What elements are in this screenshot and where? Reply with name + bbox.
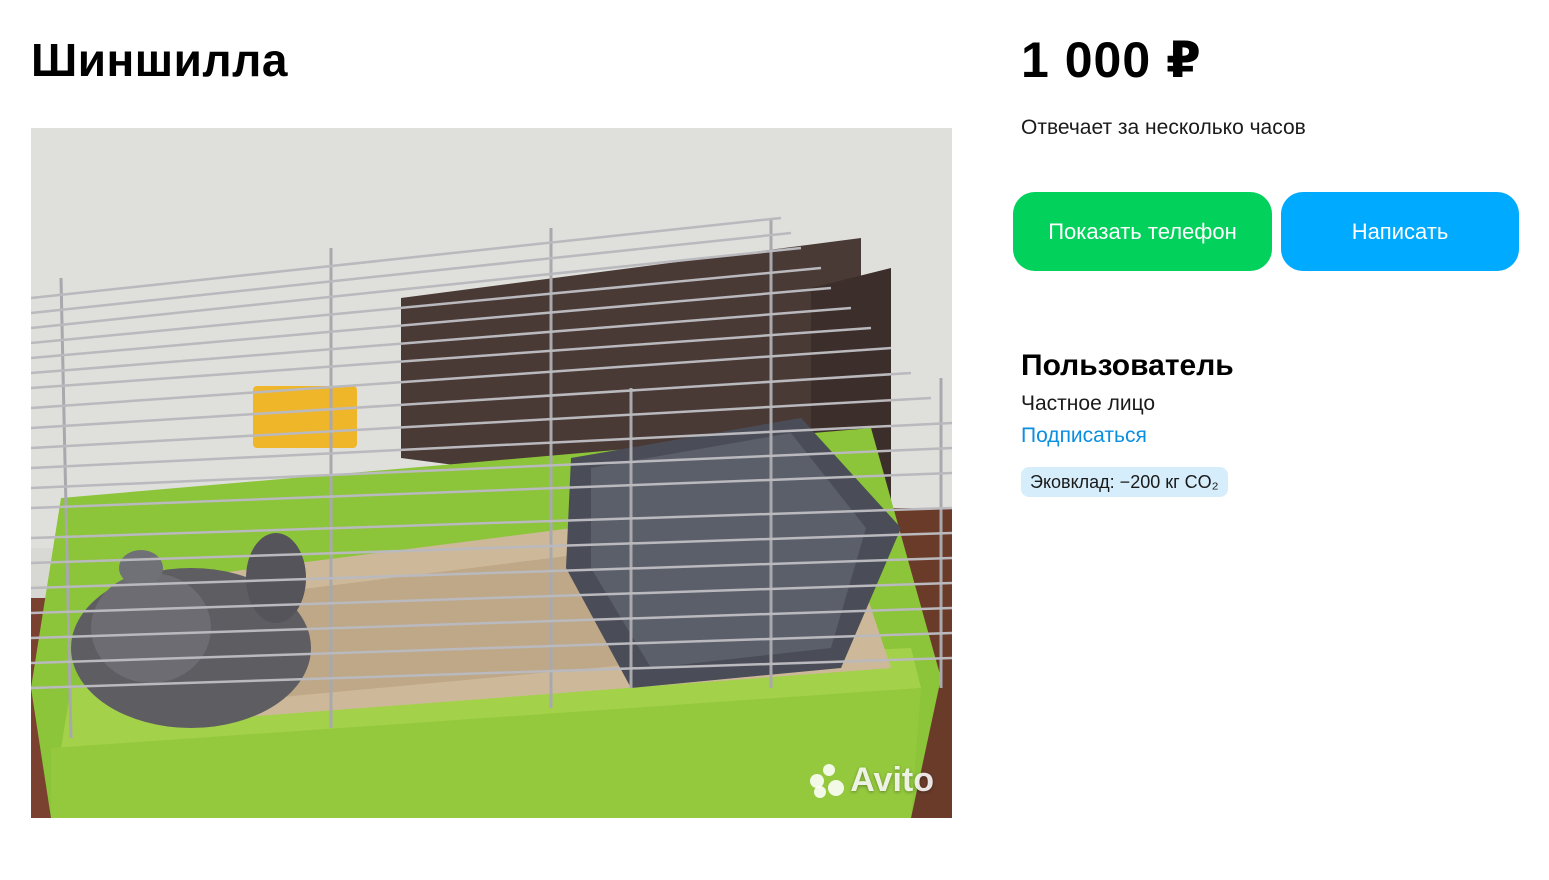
response-time: Отвечает за несколько часов bbox=[1021, 116, 1306, 139]
photo-illustration bbox=[31, 128, 952, 818]
listing-price: 1 000 ₽ bbox=[1021, 32, 1202, 88]
listing-title: Шиншилла bbox=[31, 34, 288, 86]
seller-type: Частное лицо bbox=[1021, 392, 1156, 415]
listing-photo[interactable]: Avito bbox=[31, 128, 952, 818]
show-phone-button[interactable]: Показать телефон bbox=[1013, 192, 1272, 271]
avito-watermark: Avito bbox=[808, 761, 934, 800]
subscribe-link[interactable]: Подписаться bbox=[1021, 421, 1147, 451]
write-message-button[interactable]: Написать bbox=[1281, 192, 1519, 271]
listing-page: Шиншилла Avito 1 000 ₽ Отвечает за неско… bbox=[0, 0, 1549, 880]
watermark-text: Avito bbox=[850, 761, 934, 799]
eco-badge: Эковклад: −200 кг CO₂ bbox=[1021, 467, 1228, 497]
seller-name[interactable]: Пользователь bbox=[1021, 347, 1234, 385]
avito-paw-icon bbox=[808, 762, 846, 800]
